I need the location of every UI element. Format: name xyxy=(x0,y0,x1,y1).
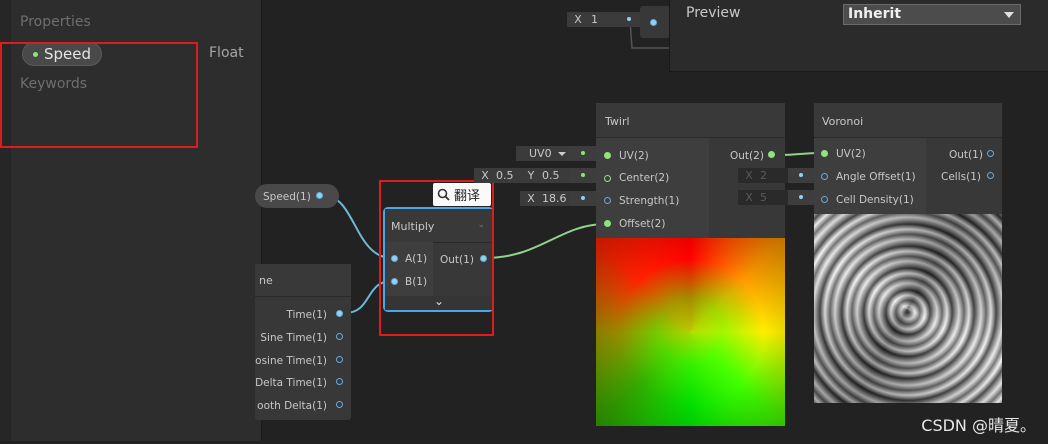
top-fragment-node[interactable] xyxy=(640,6,670,38)
density-connector xyxy=(788,190,814,205)
twirl-center-port-icon[interactable] xyxy=(604,175,611,182)
density-x-label: X xyxy=(738,190,760,205)
strength-field[interactable]: 18.6 xyxy=(542,191,570,206)
center-x-label: X xyxy=(474,168,496,183)
time-node-title: ne xyxy=(259,274,273,287)
voronoi-angle-label: Angle Offset(1) xyxy=(836,171,916,183)
time-output-port-icon[interactable] xyxy=(336,310,343,317)
density-field[interactable]: 5 xyxy=(760,190,788,205)
sine-time-output-label: Sine Time(1) xyxy=(260,332,327,344)
smooth-delta-output-label: ooth Delta(1) xyxy=(257,400,327,412)
properties-label: Properties xyxy=(20,14,91,30)
uv-connector-dot-icon xyxy=(581,151,585,155)
voronoi-uv-label: UV(2) xyxy=(836,148,866,160)
voronoi-density-label: Cell Density(1) xyxy=(836,194,914,206)
highlight-box-multiply xyxy=(379,180,494,336)
twirl-node-header: Twirl xyxy=(596,103,785,138)
time-node[interactable]: ne Time(1) Sine Time(1) osine Time(1) De… xyxy=(255,264,351,420)
watermark: CSDN @晴夏。 xyxy=(921,416,1036,435)
strength-x-label: X xyxy=(520,191,542,206)
angle-x-label: X xyxy=(738,168,760,183)
top-x-connector xyxy=(619,12,641,27)
top-x-field[interactable]: 1 xyxy=(589,12,619,27)
voronoi-out-label: Out(1) xyxy=(949,149,983,161)
center-connector-dot-icon xyxy=(581,173,585,177)
cosine-time-output-label: osine Time(1) xyxy=(255,355,327,367)
sine-time-port-icon[interactable] xyxy=(336,333,343,340)
angle-connector-dot-icon xyxy=(799,173,803,177)
voronoi-angle-port-icon[interactable] xyxy=(821,173,828,180)
speed-out-port-icon[interactable] xyxy=(316,192,323,199)
voronoi-out-port-icon[interactable] xyxy=(987,150,994,157)
center-y-field[interactable]: 0.5 xyxy=(542,168,570,183)
strength-connector xyxy=(570,191,596,206)
strength-connector-dot-icon xyxy=(581,196,585,200)
angle-connector xyxy=(788,168,814,183)
top-x-label: X xyxy=(567,12,589,27)
twirl-preview-image xyxy=(596,238,785,426)
uv-dropdown-arrow-icon xyxy=(558,152,566,156)
twirl-strength-port-icon[interactable] xyxy=(604,197,611,204)
speed-property-node[interactable]: Speed(1) xyxy=(255,184,339,208)
voronoi-cells-label: Cells(1) xyxy=(941,171,981,183)
uv-dropdown-value: UV0 xyxy=(529,147,552,160)
delta-time-port-icon[interactable] xyxy=(336,378,343,385)
density-connector-dot-icon xyxy=(799,195,803,199)
twirl-uv-label: UV(2) xyxy=(619,150,649,162)
smooth-delta-port-icon[interactable] xyxy=(336,401,343,408)
twirl-offset-port-icon[interactable] xyxy=(604,220,611,227)
time-node-header: ne xyxy=(255,264,351,297)
center-connector xyxy=(570,168,596,183)
preview-dropdown[interactable]: Inherit xyxy=(843,4,1021,25)
twirl-center-label: Center(2) xyxy=(619,172,670,184)
center-y-label: Y xyxy=(520,168,542,183)
uv-connector xyxy=(568,146,596,161)
uv-dropdown[interactable]: UV0 xyxy=(516,146,568,161)
speed-type-label: Float xyxy=(209,45,244,61)
voronoi-node-title: Voronoi xyxy=(822,115,864,128)
voronoi-node[interactable]: Voronoi UV(2) Angle Offset(1) Cell Densi… xyxy=(814,103,1002,403)
twirl-node-title: Twirl xyxy=(605,115,630,128)
speed-node-label: Speed(1) xyxy=(263,191,311,203)
voronoi-node-header: Voronoi xyxy=(814,103,1002,138)
wire-multiply-to-offset xyxy=(484,223,607,259)
twirl-out-label: Out(2) xyxy=(730,150,764,162)
center-x-field[interactable]: 0.5 xyxy=(496,168,520,183)
dropdown-arrow-icon xyxy=(1004,12,1014,18)
time-output-label: Time(1) xyxy=(286,309,327,321)
twirl-uv-port-icon[interactable] xyxy=(604,152,611,159)
highlight-box-blackboard xyxy=(0,42,198,148)
top-fragment-port-icon[interactable] xyxy=(650,19,657,26)
top-x-dot-icon xyxy=(627,17,631,21)
twirl-strength-label: Strength(1) xyxy=(619,195,680,207)
voronoi-cells-port-icon[interactable] xyxy=(987,172,994,179)
voronoi-uv-port-icon[interactable] xyxy=(821,150,828,157)
voronoi-density-port-icon[interactable] xyxy=(821,196,828,203)
cosine-time-port-icon[interactable] xyxy=(336,356,343,363)
preview-dropdown-value: Inherit xyxy=(848,6,902,22)
delta-time-output-label: Delta Time(1) xyxy=(255,377,327,389)
twirl-node[interactable]: Twirl UV(2) Center(2) Strength(1) Offset… xyxy=(596,103,785,426)
preview-label: Preview xyxy=(686,5,741,21)
angle-field[interactable]: 2 xyxy=(760,168,788,183)
voronoi-preview-image xyxy=(814,214,1002,403)
twirl-out-port-icon[interactable] xyxy=(768,151,775,158)
twirl-offset-label: Offset(2) xyxy=(619,218,666,230)
